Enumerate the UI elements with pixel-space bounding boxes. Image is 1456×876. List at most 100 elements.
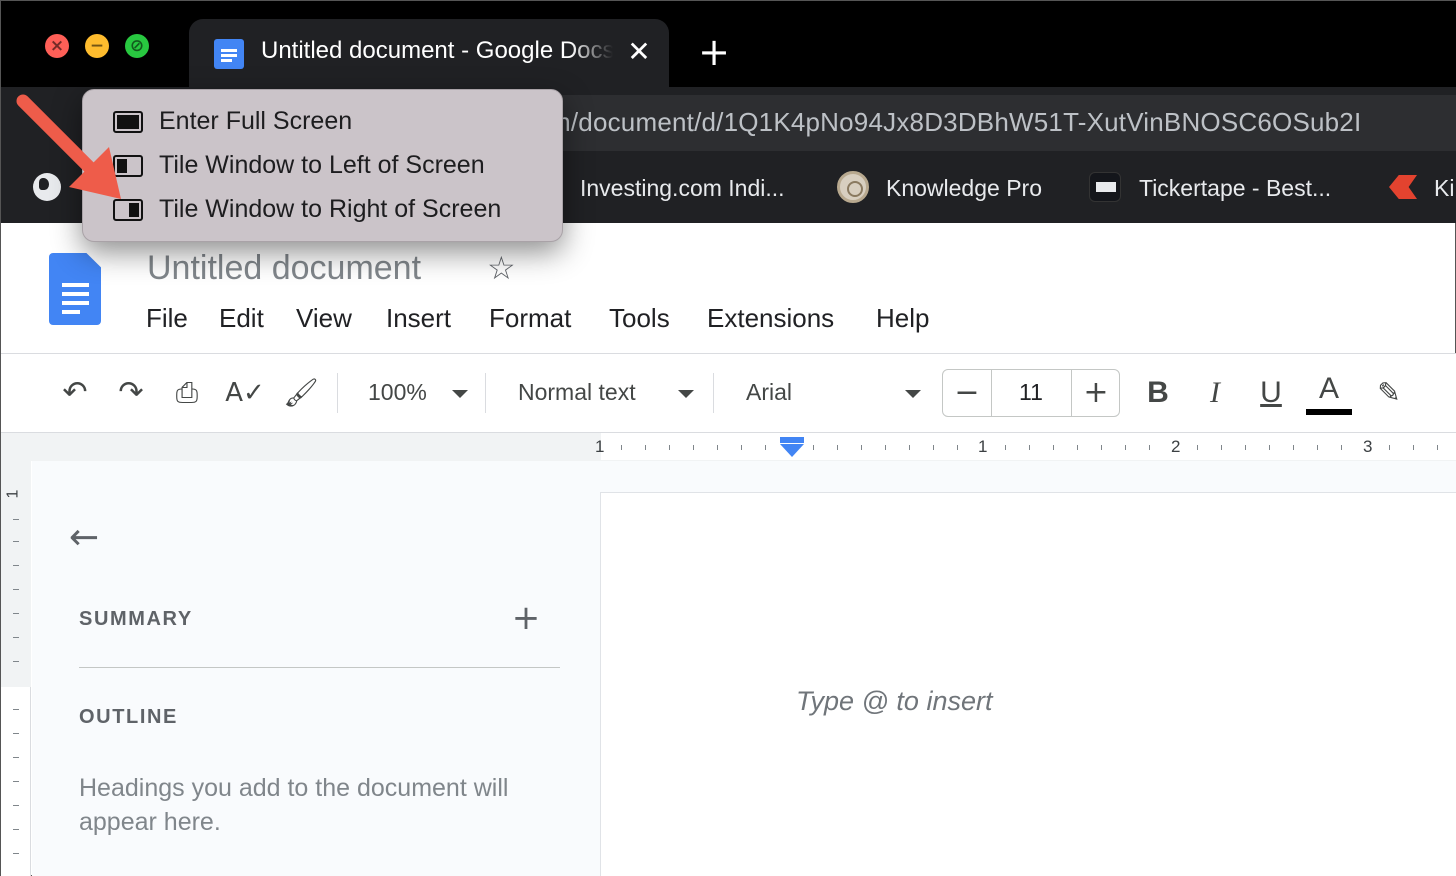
ruler-tick (1005, 445, 1006, 450)
zoom-chevron-down-icon[interactable] (452, 390, 468, 398)
paint-format-icon[interactable]: 🖌 (283, 375, 319, 411)
menu-extensions[interactable]: Extensions (707, 303, 834, 334)
ruler-label: 1 (595, 437, 605, 456)
ruler-tick (837, 445, 838, 450)
fullscreen-icon: ⊘ (129, 36, 145, 56)
decrease-font-size-button[interactable]: − (943, 373, 991, 413)
menu-item-label: Enter Full Screen (159, 107, 353, 135)
bookmark-tickertape[interactable]: Tickertape - Best... (1139, 173, 1331, 203)
ruler-tick (885, 445, 886, 450)
font-chevron-down-icon[interactable] (905, 390, 921, 398)
vertical-ruler-tick (13, 541, 19, 542)
paragraph-style-select[interactable]: Normal text (518, 379, 636, 406)
increase-font-size-button[interactable]: + (1072, 373, 1120, 413)
vertical-ruler-tick (13, 613, 19, 614)
menu-file[interactable]: File (146, 303, 188, 334)
ruler-tick (1125, 445, 1126, 450)
vertical-ruler-tick (13, 519, 19, 520)
ruler-tick (1317, 445, 1318, 450)
indent-marker[interactable] (780, 437, 804, 457)
ruler-tick (1053, 445, 1054, 450)
address-bar-url[interactable]: m/document/d/1Q1K4pNo94Jx8D3DBhW51T-XutV… (549, 107, 1361, 138)
menu-edit[interactable]: Edit (219, 303, 264, 334)
underline-icon[interactable]: U (1254, 375, 1288, 411)
ruler-tick (813, 445, 814, 450)
ruler-tick (1149, 445, 1150, 450)
ruler-tick (1101, 445, 1102, 450)
document-title[interactable]: Untitled document (147, 249, 421, 288)
print-icon[interactable]: ⎙ (169, 375, 205, 411)
vertical-ruler-tick (13, 781, 19, 782)
ruler-tick (717, 445, 718, 450)
window-fullscreen-button[interactable]: ⊘ (125, 34, 149, 58)
ruler-tick (1197, 445, 1198, 450)
ruler-tick (1413, 445, 1414, 450)
menu-item-label: Tile Window to Right of Screen (159, 195, 502, 223)
browser-tab-active[interactable]: Untitled document - Google Docs ✕ (189, 19, 669, 87)
menu-item-enter-full-screen[interactable]: Enter Full Screen (83, 102, 559, 142)
new-tab-button[interactable]: + (697, 33, 731, 71)
minimize-icon: − (89, 36, 105, 56)
ruler-tick (1293, 445, 1294, 450)
ruler-label: 2 (1171, 437, 1181, 456)
window-close-button[interactable]: × (45, 34, 69, 58)
menu-format[interactable]: Format (489, 303, 571, 334)
ruler-tick (1245, 445, 1246, 450)
vertical-ruler-tick (13, 661, 19, 662)
star-icon[interactable]: ☆ (487, 249, 516, 287)
google-docs-logo-icon[interactable] (49, 253, 101, 325)
back-arrow-icon[interactable]: ← (69, 519, 107, 557)
italic-icon[interactable]: I (1198, 375, 1232, 411)
menu-help[interactable]: Help (876, 303, 929, 334)
ruler-tick (1077, 445, 1078, 450)
vertical-ruler-tick (13, 829, 19, 830)
vertical-ruler-tick (13, 565, 19, 566)
bookmark-investing[interactable]: Investing.com Indi... (580, 173, 785, 203)
spellcheck-icon[interactable]: A✓ (225, 375, 265, 411)
redo-icon[interactable]: ↷ (113, 375, 149, 411)
text-color-swatch (1306, 409, 1352, 415)
vertical-ruler-tick (13, 853, 19, 854)
ruler-tick (1389, 445, 1390, 450)
menu-item-tile-right[interactable]: Tile Window to Right of Screen (83, 190, 559, 230)
ruler-tick (1437, 445, 1438, 450)
document-page[interactable] (601, 493, 1456, 876)
ruler-label: 1 (978, 437, 988, 456)
outline-divider (79, 667, 560, 668)
ruler-tick (1029, 445, 1030, 450)
bold-icon[interactable]: B (1141, 375, 1175, 411)
toolbar-separator (485, 373, 486, 413)
font-family-select[interactable]: Arial (746, 379, 792, 406)
bookmark-knowledge-pro[interactable]: Knowledge Pro (886, 173, 1042, 203)
ruler-tick (1269, 445, 1270, 450)
window-minimize-button[interactable]: − (85, 34, 109, 58)
insert-hint: Type @ to insert (796, 686, 993, 716)
zoom-select[interactable]: 100% (368, 379, 427, 406)
add-summary-button[interactable]: + (511, 601, 541, 635)
menu-item-tile-left[interactable]: Tile Window to Left of Screen (83, 146, 559, 186)
tickertape-icon (1089, 172, 1121, 202)
tab-close-icon[interactable]: ✕ (624, 37, 654, 67)
ruler-tick (957, 445, 958, 450)
tab-title: Untitled document - Google Docs (261, 37, 613, 64)
ruler-tick (1221, 445, 1222, 450)
text-color-icon[interactable]: A (1311, 371, 1347, 407)
style-chevron-down-icon[interactable] (678, 390, 694, 398)
vertical-ruler-tick (13, 589, 19, 590)
menu-tools[interactable]: Tools (609, 303, 670, 334)
menu-view[interactable]: View (296, 303, 352, 334)
outline-heading: OUTLINE (79, 706, 178, 728)
ruler-tick (861, 445, 862, 450)
vertical-ruler-label: 1 (4, 489, 22, 499)
highlight-icon[interactable]: ✎ (1371, 375, 1407, 411)
font-size-input[interactable]: 11 (992, 379, 1070, 406)
undo-icon[interactable]: ↶ (57, 375, 93, 411)
knowledge-pro-icon (837, 171, 869, 203)
ruler-tick (933, 445, 934, 450)
formatting-toolbar (1, 354, 1456, 432)
ruler-tick (909, 445, 910, 450)
ruler-tick (669, 445, 670, 450)
menu-insert[interactable]: Insert (386, 303, 451, 334)
ruler-tick (741, 445, 742, 450)
bookmark-ki[interactable]: Ki (1434, 173, 1454, 203)
